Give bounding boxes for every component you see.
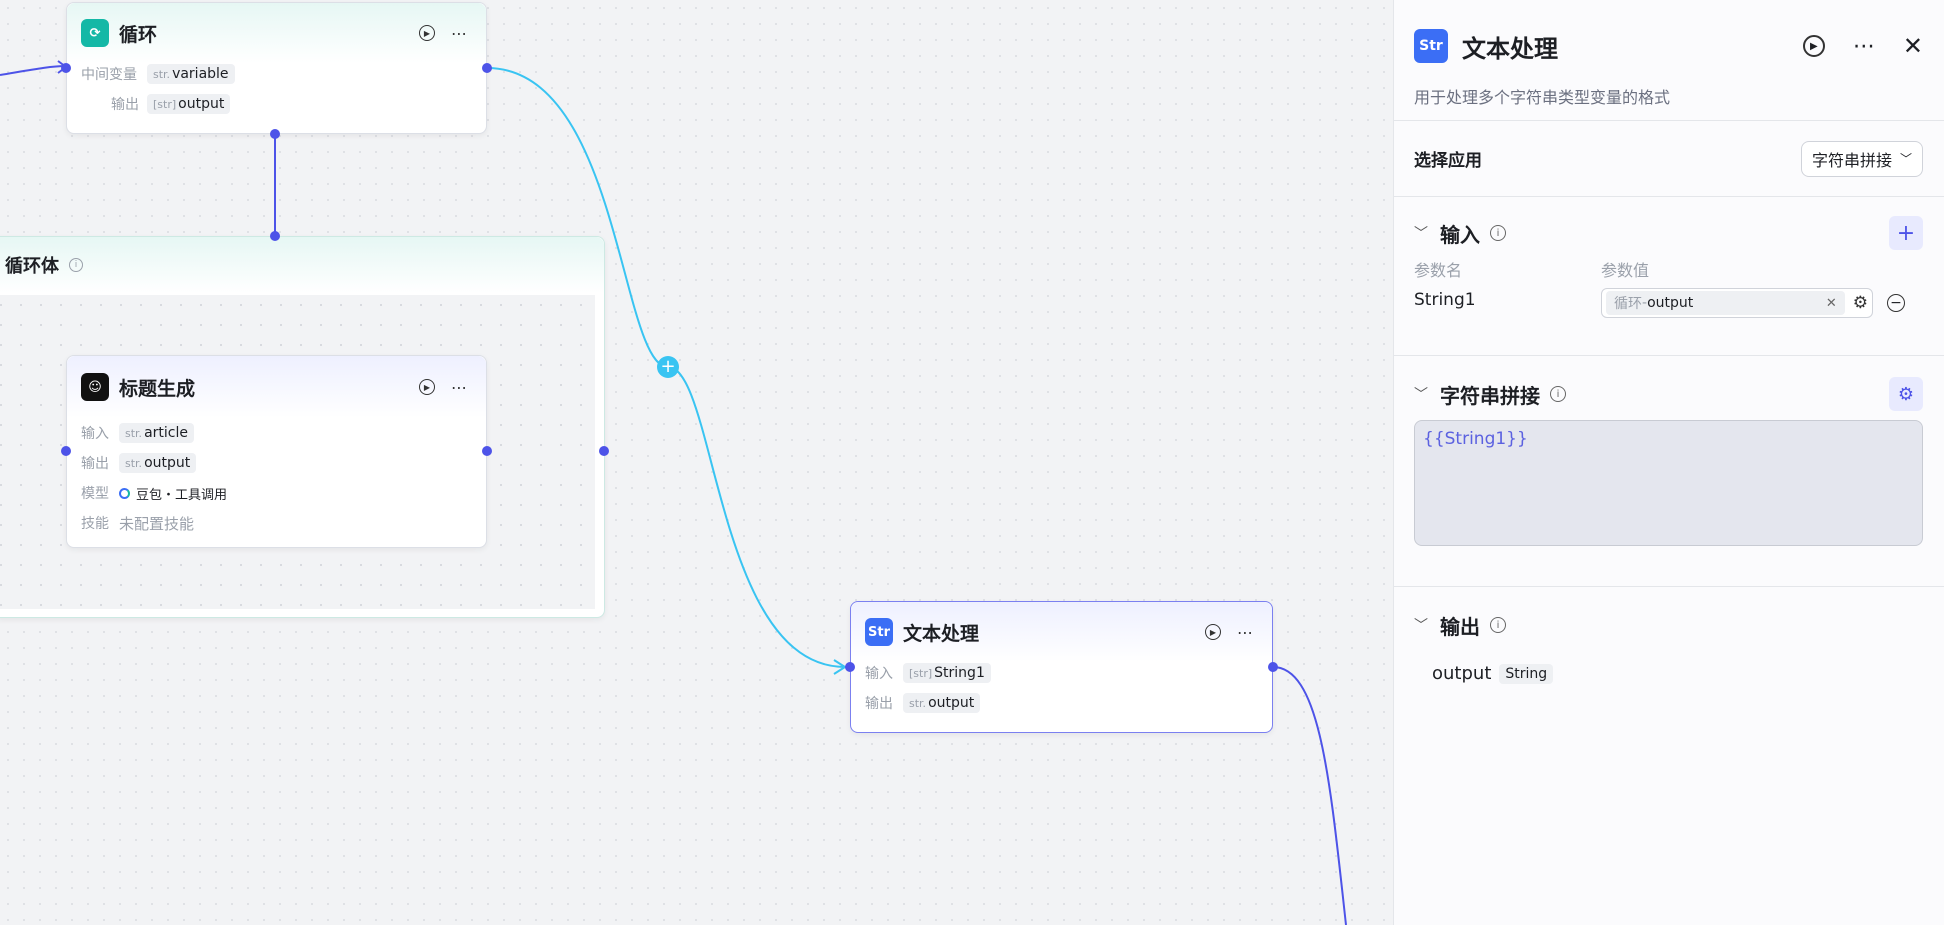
param-value-field[interactable]: 循环 - output ✕ ⚙ [1601, 288, 1873, 318]
row-label: 输出 [81, 456, 109, 472]
text-process-node[interactable]: Str 文本处理 ▶ ⋯ 输入 [str] String1 输出 str. outp… [850, 601, 1273, 733]
add-node-on-edge-button[interactable]: + [657, 356, 679, 378]
row-label: 技能 [81, 516, 109, 532]
output-section-title: 输出 [1440, 614, 1480, 639]
chevron-down-icon[interactable]: ﹀ [1414, 223, 1428, 243]
run-node-button[interactable]: ▶ [414, 374, 440, 400]
input-section-title: 输入 [1440, 222, 1480, 247]
port-dot[interactable] [482, 446, 492, 456]
clear-icon[interactable]: ✕ [1826, 296, 1837, 311]
run-node-button[interactable]: ▶ [414, 20, 440, 46]
concat-template-editor[interactable]: {{String1}} [1414, 420, 1923, 546]
text-node-title: 文本处理 [903, 622, 980, 645]
select-app-label: 选择应用 [1414, 151, 1482, 171]
edge-into-loop [0, 65, 67, 76]
template-text: {{String1}} [1423, 429, 1528, 449]
row-label: 输入 [81, 426, 109, 442]
port-dot[interactable] [270, 231, 280, 241]
port-dot[interactable] [599, 446, 609, 456]
more-button[interactable]: ⋯ [1232, 619, 1258, 645]
info-icon[interactable]: i [1550, 386, 1566, 402]
row-label: 输入 [865, 666, 893, 682]
row-label: 输出 [111, 97, 139, 113]
param-name: String1 [1414, 290, 1476, 310]
loop-icon: ⟳ [81, 19, 109, 47]
minus-circle-icon[interactable]: − [1887, 294, 1905, 312]
title-gen-node[interactable]: ☺ 标题生成 ▶ ⋯ 输入 str. article 输出 str. output … [66, 355, 487, 548]
info-icon[interactable]: i [1490, 225, 1506, 241]
concat-settings-button[interactable]: ⚙ [1889, 377, 1923, 411]
arrow-into-text [833, 659, 847, 675]
col-param-name: 参数名 [1414, 261, 1463, 280]
port-dot[interactable] [482, 63, 492, 73]
concat-section-title: 字符串拼接 [1440, 383, 1540, 408]
info-icon[interactable]: i [69, 258, 83, 272]
more-button[interactable]: ⋯ [446, 374, 472, 400]
skill-value: 未配置技能 [119, 514, 195, 533]
gear-icon[interactable]: ⚙ [1853, 293, 1868, 313]
var-tag: [str] output [147, 94, 231, 114]
str-icon: Str [1414, 29, 1448, 63]
loop-node[interactable]: ⟳ 循环 ▶ ⋯ 中间变量 str. variable 输出 [str] outpu… [66, 2, 487, 134]
llm-icon: ☺ [81, 373, 109, 401]
chevron-down-icon[interactable]: ﹀ [1414, 615, 1428, 635]
row-label: 输出 [865, 696, 893, 712]
var-tag: str. output [903, 693, 981, 713]
row-label: 模型 [81, 486, 109, 502]
gear-icon: ⚙ [1897, 383, 1915, 405]
more-icon: ⋯ [1237, 622, 1253, 642]
more-icon[interactable]: ⋯ [1853, 34, 1875, 59]
var-tag: str. article [119, 423, 194, 443]
str-icon: Str [865, 618, 893, 646]
chevron-down-icon[interactable]: ﹀ [1414, 384, 1428, 404]
play-circle-icon: ▶ [1205, 624, 1221, 640]
row-label: 中间变量 [81, 67, 137, 83]
add-param-button[interactable]: + [1889, 216, 1923, 250]
port-dot[interactable] [61, 63, 71, 73]
variable-ref-tag: 循环 - output ✕ [1606, 291, 1845, 315]
run-node-button[interactable]: ▶ [1200, 619, 1226, 645]
var-tag: str. variable [147, 64, 235, 84]
panel-title: 文本处理 [1462, 34, 1558, 63]
port-dot[interactable] [270, 129, 280, 139]
select-app-value: 字符串拼接 [1811, 150, 1892, 170]
loop-body-title: 循环体 [5, 256, 59, 277]
panel-description: 用于处理多个字符串类型变量的格式 [1414, 88, 1671, 107]
port-dot[interactable] [1268, 662, 1278, 672]
run-node-button[interactable]: ▶ [1802, 35, 1825, 57]
more-button[interactable]: ⋯ [446, 20, 472, 46]
select-app-dropdown[interactable]: 字符串拼接 ﹀ [1800, 140, 1923, 177]
model-value: 豆包・工具调用 [136, 487, 228, 503]
play-circle-icon: ▶ [419, 379, 435, 395]
loop-node-title: 循环 [119, 23, 158, 46]
more-icon: ⋯ [451, 377, 467, 397]
edge-text-out [1272, 666, 1347, 925]
doubao-icon [119, 487, 130, 499]
chevron-down-icon: ﹀ [1899, 152, 1912, 166]
col-param-value: 参数值 [1601, 261, 1650, 280]
title-gen-node-title: 标题生成 [119, 377, 196, 400]
node-settings-panel: Str 文本处理 ▶ ⋯ ✕ 用于处理多个字符串类型变量的格式 选择应用 字符串… [1393, 0, 1944, 925]
var-tag: [str] String1 [903, 663, 991, 683]
port-dot[interactable] [845, 662, 855, 672]
port-dot[interactable] [61, 446, 71, 456]
output-var-type: String [1499, 663, 1554, 684]
output-var-name: output [1432, 663, 1492, 684]
var-tag: str. output [119, 453, 197, 473]
play-circle-icon: ▶ [1810, 40, 1818, 52]
plus-icon: + [1896, 220, 1916, 246]
info-icon[interactable]: i [1490, 617, 1506, 633]
more-icon: ⋯ [451, 23, 467, 43]
play-circle-icon: ▶ [419, 25, 435, 41]
close-icon[interactable]: ✕ [1903, 32, 1923, 60]
